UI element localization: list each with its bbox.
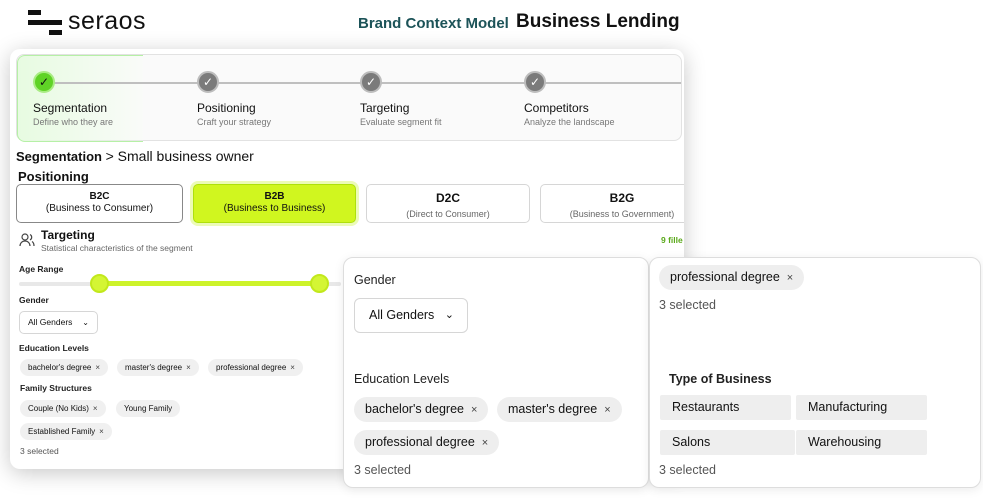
active-step-highlight: [17, 55, 143, 142]
remove-icon[interactable]: ×: [482, 437, 488, 449]
step-targeting-title[interactable]: Targeting: [360, 101, 409, 115]
option-subtitle: (Business to Government): [569, 209, 675, 219]
education-chip[interactable]: professional degree ×: [208, 359, 303, 376]
seraos-logo[interactable]: seraos: [28, 7, 168, 40]
zoom-panel-gender-education: Gender All Genders ⌄ Education Levels ba…: [343, 257, 649, 488]
option-title: B2G: [609, 191, 635, 205]
option-title: D2C: [435, 191, 460, 205]
education-selected-count: 3 selected: [354, 463, 411, 477]
step-targeting-check-icon[interactable]: ✓: [360, 71, 382, 93]
segmentation-label: Segmentation: [16, 149, 102, 164]
chip-label: Established Family: [28, 427, 96, 436]
step-competitors-title[interactable]: Competitors: [524, 101, 589, 115]
education-chip[interactable]: bachelor's degree ×: [20, 359, 109, 376]
step-segmentation-title[interactable]: Segmentation: [33, 101, 107, 115]
age-range-label: Age Range: [19, 264, 64, 274]
remove-icon[interactable]: ×: [186, 363, 191, 372]
gender-select-value: All Genders: [369, 308, 435, 322]
gender-select[interactable]: All Genders ⌄: [19, 311, 98, 334]
step-positioning-title[interactable]: Positioning: [197, 101, 256, 115]
step-connector: [381, 82, 526, 84]
remove-icon[interactable]: ×: [787, 272, 793, 284]
chip-label: Young Family: [124, 404, 173, 413]
gender-label: Gender: [19, 295, 49, 305]
step-competitors-check-icon[interactable]: ✓: [524, 71, 546, 93]
chip-label: professional degree: [216, 363, 287, 372]
step-positioning-subtitle: Craft your strategy: [197, 117, 272, 127]
business-selected-count: 3 selected: [659, 463, 716, 477]
step-segmentation-check-icon[interactable]: ✓: [33, 71, 55, 93]
chip-label: master's degree: [125, 363, 183, 372]
family-selected-count: 3 selected: [20, 446, 59, 456]
step-connector: [54, 82, 199, 84]
targeting-title: Targeting: [41, 228, 95, 242]
gender-label: Gender: [354, 273, 396, 287]
users-icon: [19, 233, 35, 247]
logo-text: seraos: [68, 7, 147, 35]
option-title: B2B: [264, 191, 285, 202]
step-connector: [218, 82, 363, 84]
option-title: B2C: [89, 191, 110, 202]
family-structures-label: Family Structures: [20, 383, 92, 393]
remove-icon[interactable]: ×: [95, 363, 100, 372]
remove-icon[interactable]: ×: [604, 404, 610, 416]
stepper: ✓ ✓ ✓ ✓ Segmentation Define who they are…: [16, 54, 682, 142]
business-option-warehousing[interactable]: Warehousing: [796, 430, 927, 455]
option-subtitle: (Business to Consumer): [45, 203, 154, 214]
education-levels-label: Education Levels: [354, 372, 450, 386]
education-chip[interactable]: professional degree ×: [659, 265, 805, 290]
chip-label: master's degree: [508, 402, 598, 416]
step-competitors-subtitle: Analyze the landscape: [524, 117, 615, 127]
family-chip[interactable]: Young Family: [116, 400, 181, 417]
positioning-option-b2b[interactable]: B2B (Business to Business): [193, 184, 356, 223]
brand-name: Business Lending: [516, 11, 680, 32]
filled-count: 9 fille: [661, 235, 683, 245]
chip-label: professional degree: [365, 435, 475, 449]
age-range-max-handle[interactable]: [310, 274, 329, 293]
business-option-salons[interactable]: Salons: [660, 430, 795, 455]
age-range-fill: [99, 281, 321, 286]
step-connector: [545, 82, 681, 84]
remove-icon[interactable]: ×: [471, 404, 477, 416]
option-subtitle: (Business to Business): [223, 203, 326, 214]
seraos-logo-mark-icon: [28, 10, 62, 36]
positioning-option-b2g[interactable]: B2G (Business to Government): [540, 184, 684, 223]
gender-select-value: All Genders: [28, 317, 73, 327]
step-positioning-check-icon[interactable]: ✓: [197, 71, 219, 93]
type-of-business-label: Type of Business: [669, 372, 772, 386]
segmentation-breadcrumb: Segmentation > Small business owner: [16, 148, 254, 164]
chip-label: professional degree: [670, 270, 780, 284]
chip-label: Couple (No Kids): [28, 404, 89, 413]
remove-icon[interactable]: ×: [99, 427, 104, 436]
positioning-heading: Positioning: [18, 169, 89, 184]
positioning-option-b2c[interactable]: B2C (Business to Consumer): [16, 184, 183, 223]
step-segmentation-subtitle: Define who they are: [33, 117, 114, 127]
education-levels-label: Education Levels: [19, 343, 89, 353]
chevron-down-icon: ⌄: [444, 309, 454, 321]
step-targeting-subtitle: Evaluate segment fit: [360, 117, 442, 127]
segmentation-value: > Small business owner: [105, 148, 254, 164]
education-chip[interactable]: professional degree ×: [354, 430, 500, 455]
brand-context-model-label: Brand Context Model: [358, 15, 509, 32]
education-chip[interactable]: master's degree ×: [117, 359, 199, 376]
family-chip[interactable]: Established Family ×: [20, 423, 112, 440]
remove-icon[interactable]: ×: [290, 363, 295, 372]
targeting-subtitle: Statistical characteristics of the segme…: [41, 243, 193, 253]
remove-icon[interactable]: ×: [93, 404, 98, 413]
chevron-down-icon: ⌄: [82, 318, 89, 327]
age-range-min-handle[interactable]: [90, 274, 109, 293]
zoom-panel-business-type: professional degree × 3 selected Type of …: [649, 257, 981, 488]
education-chip[interactable]: bachelor's degree ×: [354, 397, 489, 422]
gender-select[interactable]: All Genders ⌄: [354, 298, 468, 333]
positioning-option-d2c[interactable]: D2C (Direct to Consumer): [366, 184, 530, 223]
education-selected-count: 3 selected: [659, 298, 716, 312]
business-option-restaurants[interactable]: Restaurants: [660, 395, 791, 420]
chip-label: bachelor's degree: [28, 363, 92, 372]
business-option-manufacturing[interactable]: Manufacturing: [796, 395, 927, 420]
education-chip[interactable]: master's degree ×: [497, 397, 622, 422]
option-subtitle: (Direct to Consumer): [406, 209, 490, 219]
family-chip[interactable]: Couple (No Kids) ×: [20, 400, 106, 417]
chip-label: bachelor's degree: [365, 402, 464, 416]
